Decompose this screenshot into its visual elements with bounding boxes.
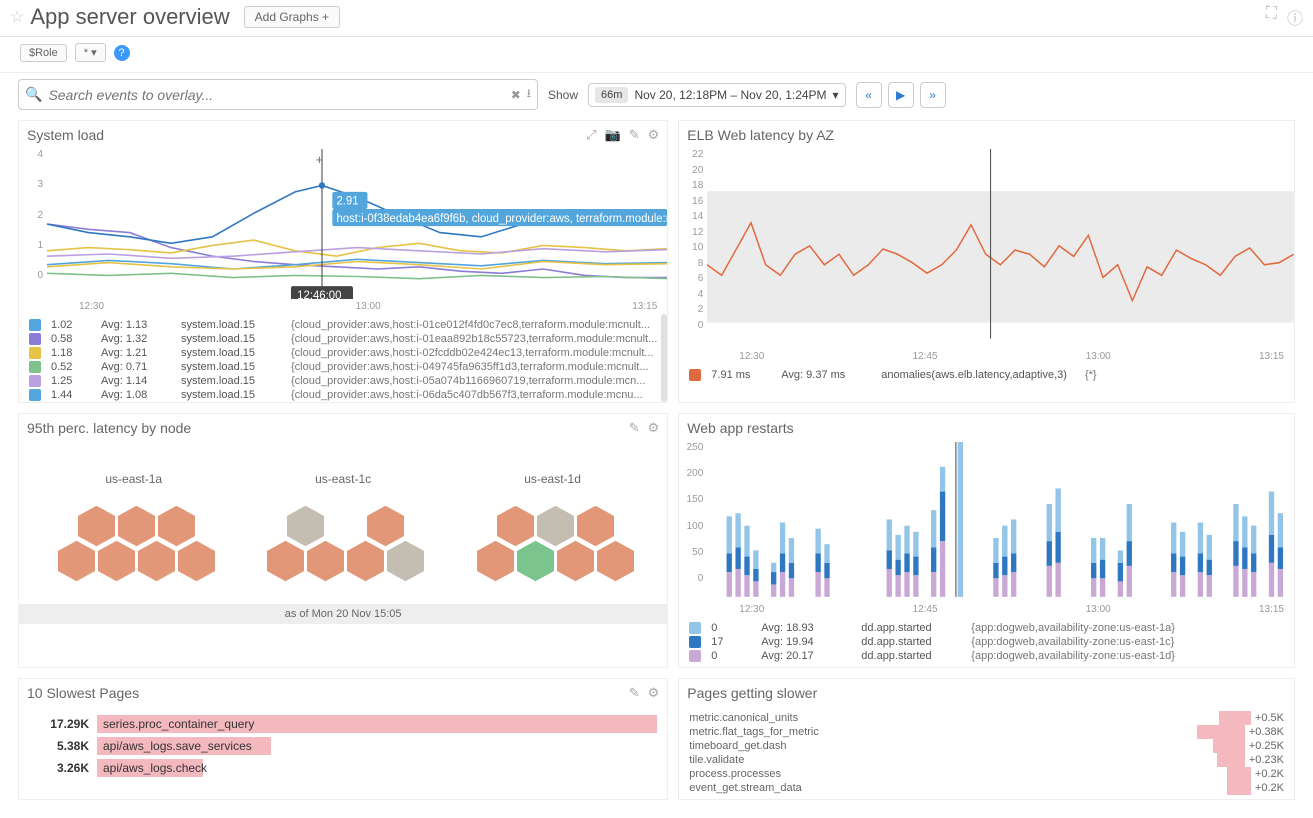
hex-group[interactable]: us-east-1d (463, 472, 643, 594)
fullscreen-icon[interactable]: ⛶ (1266, 5, 1277, 29)
restarts-chart[interactable]: 250200150100500 (679, 442, 1294, 602)
page-title: App server overview (30, 4, 229, 30)
legend-row[interactable]: 7.91 msAvg: 9.37 msanomalies(aws.elb.lat… (689, 368, 1284, 382)
legend-row[interactable]: 0Avg: 18.93dd.app.started{app:dogweb,ava… (689, 621, 1284, 635)
panel-pages-slower: Pages getting slower metric.canonical_un… (678, 678, 1295, 800)
restarts-legend: 0Avg: 18.93dd.app.started{app:dogweb,ava… (679, 617, 1294, 667)
cursor-plus: + (316, 153, 323, 167)
panel-elb-latency: ELB Web latency by AZ 222018161412108642… (678, 120, 1295, 403)
slow-row[interactable]: 3.26Kapi/aws_logs.check (29, 757, 657, 779)
edit-icon[interactable]: ✎ (629, 685, 640, 701)
cursor-value: 2.91 (336, 196, 358, 208)
template-var-value[interactable]: * ▾ (75, 43, 106, 62)
edit-icon[interactable]: ✎ (629, 420, 640, 436)
add-graphs-button[interactable]: Add Graphs + (244, 6, 340, 28)
expand-icon[interactable]: ⤢ (586, 127, 596, 143)
system-load-chart[interactable]: 43210 + 2.91 host:i-0f38edab4ea6f9f6b, (19, 149, 667, 299)
camera-icon[interactable]: 📷 (605, 127, 621, 143)
panel-slowest-pages: 10 Slowest Pages ✎ ⚙ 17.29Kseries.proc_co… (18, 678, 668, 800)
hex-group[interactable]: us-east-1a (44, 472, 224, 594)
edit-icon[interactable]: ✎ (629, 127, 640, 143)
event-search-box[interactable]: 🔍 ✖ ⭳ (18, 79, 538, 110)
legend-row[interactable]: 17Avg: 19.94dd.app.started{app:dogweb,av… (689, 635, 1284, 649)
pages-slower-row[interactable]: process.processes+0.2K (689, 767, 1284, 781)
pages-slower-row[interactable]: event_get.stream_data+0.2K (689, 781, 1284, 795)
legend-row[interactable]: 1.02Avg: 1.13system.load.15{cloud_provid… (29, 318, 657, 332)
panel-title: System load (27, 127, 104, 143)
save-search-icon[interactable]: ⭳ (527, 84, 531, 105)
gear-icon[interactable]: ⚙ (648, 685, 660, 701)
time-play-button[interactable]: ▶ (888, 82, 914, 108)
show-label: Show (548, 88, 578, 102)
search-icon: 🔍 (25, 86, 42, 103)
gear-icon[interactable]: ⚙ (648, 127, 660, 143)
time-prev-button[interactable]: « (856, 82, 882, 108)
panel-title: Pages getting slower (687, 685, 817, 701)
hexmap-as-of: as of Mon 20 Nov 15:05 (19, 604, 667, 624)
event-search-input[interactable] (48, 87, 504, 103)
chevron-down-icon: ▾ (833, 88, 839, 102)
legend-row[interactable]: 0.58Avg: 1.32system.load.15{cloud_provid… (29, 332, 657, 346)
template-var-role[interactable]: $Role (20, 44, 67, 62)
panel-title: Web app restarts (687, 420, 793, 436)
legend-row[interactable]: 1.18Avg: 1.21system.load.15{cloud_provid… (29, 346, 657, 360)
legend-scroll-hint[interactable] (661, 314, 667, 402)
panel-system-load: System load ⤢ 📷 ✎ ⚙ 43210 (18, 120, 668, 403)
cursor-time: 12:46:00 (297, 290, 341, 299)
legend-row[interactable]: 0.52Avg: 0.71system.load.15{cloud_provid… (29, 360, 657, 374)
hex-group[interactable]: us-east-1c (253, 472, 433, 594)
pages-slower-row[interactable]: metric.canonical_units+0.5K (689, 711, 1284, 725)
legend-row[interactable]: 1.25Avg: 1.14system.load.15{cloud_provid… (29, 374, 657, 388)
help-icon[interactable]: ? (114, 45, 130, 61)
time-range-selector[interactable]: 66m Nov 20, 12:18PM – Nov 20, 1:24PM ▾ (588, 83, 846, 107)
hexmap-body[interactable]: us-east-1aus-east-1cus-east-1d (19, 442, 667, 604)
elb-legend: 7.91 msAvg: 9.37 msanomalies(aws.elb.lat… (679, 364, 1294, 386)
pages-slower-row[interactable]: metric.flat_tags_for_metric+0.38K (689, 725, 1284, 739)
slowest-rows: 17.29Kseries.proc_container_query5.38Kap… (19, 707, 667, 785)
panel-title: ELB Web latency by AZ (687, 127, 834, 143)
time-range-pill: 66m (595, 87, 628, 103)
time-range-text: Nov 20, 12:18PM – Nov 20, 1:24PM (634, 88, 826, 102)
pages-slower-row[interactable]: timeboard_get.dash+0.25K (689, 739, 1284, 753)
panel-webapp-restarts: Web app restarts 250200150100500 12:3012… (678, 413, 1295, 668)
legend-row[interactable]: 0Avg: 20.17dd.app.started{app:dogweb,ava… (689, 649, 1284, 663)
elb-chart[interactable]: 2220181614121086420 (679, 149, 1294, 349)
gear-icon[interactable]: ⚙ (648, 420, 660, 436)
panel-latency-hexmap: 95th perc. latency by node ✎ ⚙ us-east-1a… (18, 413, 668, 668)
system-load-legend: 1.02Avg: 1.13system.load.15{cloud_provid… (19, 314, 667, 402)
slow-row[interactable]: 17.29Kseries.proc_container_query (29, 713, 657, 735)
pages-slower-row[interactable]: tile.validate+0.23K (689, 753, 1284, 767)
panel-title: 95th perc. latency by node (27, 420, 191, 436)
cursor-host: host:i-0f38edab4ea6f9f6b, cloud_provider… (336, 213, 667, 225)
clear-search-icon[interactable]: ✖ (511, 88, 521, 102)
pages-slower-rows: metric.canonical_units+0.5Kmetric.flat_t… (679, 707, 1294, 799)
slow-row[interactable]: 5.38Kapi/aws_logs.save_services (29, 735, 657, 757)
favorite-star-icon[interactable]: ☆ (10, 7, 24, 27)
panel-title: 10 Slowest Pages (27, 685, 139, 701)
legend-row[interactable]: 1.44Avg: 1.08system.load.15{cloud_provid… (29, 388, 657, 402)
time-next-button[interactable]: » (920, 82, 946, 108)
info-icon[interactable]: ⓘ (1287, 5, 1303, 29)
